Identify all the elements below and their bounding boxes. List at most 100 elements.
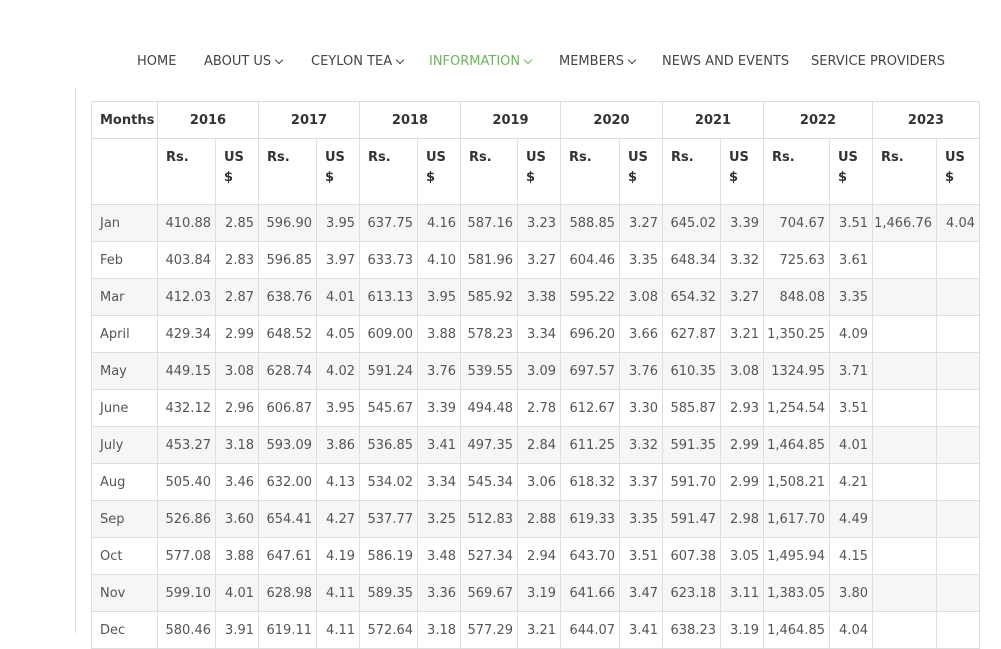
price-usd-cell [936,241,980,279]
nav-item-ceylon-tea[interactable]: CEYLON TEA [311,54,405,69]
price-usd-cell [936,352,980,390]
price-usd-cell: 4.27 [316,500,360,538]
price-rs-cell: 645.02 [662,204,721,242]
price-rs-cell: 848.08 [763,278,830,316]
content-divider [75,88,76,633]
nav-item-news-and-events[interactable]: NEWS AND EVENTS [662,54,789,69]
table-row: July 453.27 3.18 593.09 3.86 536.85 3.41 497.35… [91,426,980,464]
price-rs-cell: 586.19 [359,537,418,575]
price-usd-cell: 3.51 [829,389,873,427]
table-row: June 432.12 2.96 606.87 3.95 545.67 3.39 494.48… [91,389,980,427]
price-usd-cell [936,574,980,612]
price-rs-cell: 1,464.85 [763,611,830,649]
currency-rs-header: Rs. [763,138,830,205]
price-usd-cell: 3.27 [720,278,764,316]
year-header-2021: 2021 [662,101,764,139]
price-usd-cell: 3.91 [215,611,259,649]
year-header-2022: 2022 [763,101,873,139]
price-rs-cell: 633.73 [359,241,418,279]
price-usd-cell: 2.96 [215,389,259,427]
price-rs-cell: 1,254.54 [763,389,830,427]
tea-price-table: Months 2016 2017 2018 2019 2020 2021 2022 2023 … [91,101,980,649]
price-rs-cell: 577.29 [460,611,518,649]
price-rs-cell: 1324.95 [763,352,830,390]
price-rs-cell [872,241,937,279]
nav-item-label: SERVICE PROVIDERS [811,54,946,69]
price-usd-cell: 3.05 [720,537,764,575]
price-rs-cell: 578.23 [460,315,518,353]
price-rs-cell: 429.34 [157,315,216,353]
price-usd-cell: 4.15 [829,537,873,575]
month-cell: Sep [91,500,158,538]
nav-item-about-us[interactable]: ABOUT US [204,54,284,69]
price-usd-cell: 4.01 [316,278,360,316]
price-usd-cell: 3.27 [517,241,561,279]
price-rs-cell: 654.32 [662,278,721,316]
table-row: April 429.34 2.99 648.52 4.05 609.00 3.88 578.2… [91,315,980,353]
price-usd-cell: 3.80 [829,574,873,612]
price-usd-cell: 3.88 [417,315,461,353]
price-usd-cell: 2.99 [215,315,259,353]
price-rs-cell: 1,508.21 [763,463,830,501]
price-usd-cell: 4.21 [829,463,873,501]
price-usd-cell: 2.78 [517,389,561,427]
price-rs-cell: 1,350.25 [763,315,830,353]
price-usd-cell: 4.01 [829,426,873,464]
price-usd-cell: 3.46 [215,463,259,501]
nav-item-service-providers[interactable]: SERVICE PROVIDERS [811,54,945,69]
year-header-2023: 2023 [872,101,980,139]
nav-item-members[interactable]: MEMBERS [559,54,637,69]
price-usd-cell: 4.05 [316,315,360,353]
nav-item-home[interactable]: HOME [137,54,176,69]
price-rs-cell: 696.20 [560,315,620,353]
price-rs-cell [872,500,937,538]
currency-usd-header: US $ [417,138,461,205]
price-rs-cell: 643.70 [560,537,620,575]
price-rs-cell [872,574,937,612]
currency-usd-header: US $ [936,138,980,205]
price-usd-cell: 4.49 [829,500,873,538]
price-rs-cell: 545.67 [359,389,418,427]
price-rs-cell: 432.12 [157,389,216,427]
month-cell: July [91,426,158,464]
blank-header-cell [91,138,158,205]
month-cell: May [91,352,158,390]
price-usd-cell: 3.60 [215,500,259,538]
price-usd-cell [936,426,980,464]
currency-usd-header: US $ [316,138,360,205]
price-usd-cell: 3.76 [417,352,461,390]
price-usd-cell: 3.66 [619,315,663,353]
price-rs-cell: 627.87 [662,315,721,353]
price-usd-cell: 2.93 [720,389,764,427]
nav-item-information[interactable]: INFORMATION [429,54,533,69]
price-rs-cell: 704.67 [763,204,830,242]
chevron-down-icon [523,55,533,65]
price-rs-cell: 648.34 [662,241,721,279]
price-usd-cell: 4.11 [316,611,360,649]
price-usd-cell [936,463,980,501]
price-rs-cell: 585.87 [662,389,721,427]
price-usd-cell: 3.97 [316,241,360,279]
year-header-2020: 2020 [560,101,663,139]
months-header: Months [91,101,158,139]
price-rs-cell: 606.87 [258,389,317,427]
price-usd-cell: 3.08 [215,352,259,390]
table-row: Oct 577.08 3.88 647.61 4.19 586.19 3.48 527.34 2… [91,537,980,575]
currency-rs-header: Rs. [157,138,216,205]
tea-price-table-wrapper: Months 2016 2017 2018 2019 2020 2021 2022 2023 … [91,101,980,649]
price-rs-cell: 725.63 [763,241,830,279]
price-usd-cell: 3.34 [417,463,461,501]
price-rs-cell: 609.00 [359,315,418,353]
price-rs-cell: 580.46 [157,611,216,649]
price-rs-cell: 641.66 [560,574,620,612]
currency-usd-header: US $ [720,138,764,205]
price-rs-cell: 569.67 [460,574,518,612]
price-rs-cell: 607.38 [662,537,721,575]
price-rs-cell: 410.88 [157,204,216,242]
price-rs-cell: 536.85 [359,426,418,464]
main-nav: HOME ABOUT US CEYLON TEA INFORMATION MEMBERS… [0,48,1001,78]
price-usd-cell [936,500,980,538]
price-rs-cell: 545.34 [460,463,518,501]
currency-header-row: Rs. US $ Rs. US $ Rs. US $ Rs. US $ Rs. US $ Rs. US… [91,138,980,205]
price-rs-cell: 637.75 [359,204,418,242]
